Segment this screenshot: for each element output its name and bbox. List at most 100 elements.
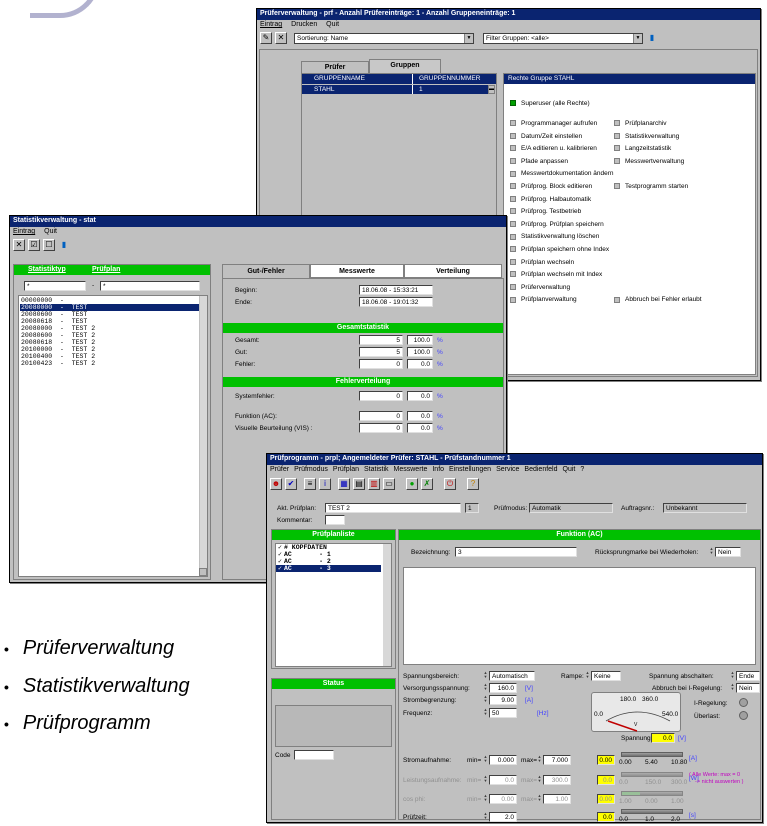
- edit-button[interactable]: ✎: [260, 32, 272, 44]
- power-button[interactable]: ⏻: [444, 478, 456, 490]
- spin-icon[interactable]: ▲ ▼: [730, 671, 735, 680]
- delete-button[interactable]: ✕: [13, 239, 25, 251]
- spin-icon[interactable]: ▲ ▼: [585, 671, 590, 680]
- max-field[interactable]: 1.00: [543, 794, 571, 804]
- right-item[interactable]: Prüfplanarchiv: [614, 120, 667, 127]
- checkbox[interactable]: [510, 258, 516, 265]
- menu-eintrag[interactable]: Eintrag: [13, 228, 35, 235]
- list-item[interactable]: ✓ AC - 1: [276, 551, 391, 558]
- list-item[interactable]: 20100400 - TEST 2: [20, 353, 206, 360]
- tab-verteilung[interactable]: Verteilung: [404, 264, 502, 278]
- sort-select[interactable]: Sortierung: Name ▼: [294, 32, 474, 44]
- delete-button[interactable]: ✕: [275, 32, 287, 44]
- right-item[interactable]: Prüfplan wechseln: [510, 259, 574, 266]
- spin-icon[interactable]: ▲ ▼: [709, 547, 714, 556]
- filter-statistiktyp-input[interactable]: *: [24, 281, 86, 291]
- right-item[interactable]: Prüfprog. Block editieren: [510, 183, 592, 190]
- checkbox[interactable]: [510, 120, 516, 127]
- right-item[interactable]: Datum/Zeit einstellen: [510, 133, 582, 140]
- exit-button[interactable]: ▮: [58, 239, 70, 251]
- checkbox[interactable]: [510, 271, 516, 278]
- info-button[interactable]: i: [319, 478, 331, 490]
- exit-button[interactable]: ▮: [646, 32, 658, 44]
- spin-icon[interactable]: ▲ ▼: [483, 695, 488, 704]
- list-item[interactable]: 00000000 -: [20, 297, 206, 304]
- list-item[interactable]: 20080000 - TEST 2: [20, 325, 206, 332]
- checkbox[interactable]: [614, 183, 620, 190]
- start-button[interactable]: ●: [406, 478, 418, 490]
- chart-button[interactable]: ▦: [338, 478, 350, 490]
- list-item[interactable]: 20080600 - TEST: [20, 311, 206, 318]
- checkbox[interactable]: [510, 170, 516, 177]
- checkbox[interactable]: [510, 158, 516, 165]
- menu-item[interactable]: Prüfmodus: [294, 466, 328, 473]
- column-header-statistiktyp[interactable]: Statistiktyp: [28, 265, 92, 275]
- right-item[interactable]: Langzeitstatistik: [614, 145, 671, 152]
- frequenz-field[interactable]: 50: [489, 708, 517, 718]
- tab-gruppen[interactable]: Gruppen: [369, 59, 441, 73]
- tools-button[interactable]: ✗: [421, 478, 433, 490]
- right-item[interactable]: Prüferverwaltung: [510, 284, 570, 291]
- spin-icon[interactable]: ▲ ▼: [483, 775, 488, 784]
- spin-icon[interactable]: ▲ ▼: [483, 708, 488, 717]
- right-item[interactable]: Prüfplan wechseln mit Index: [510, 271, 602, 278]
- right-item[interactable]: Prüfprog. Testbetrieb: [510, 208, 581, 215]
- right-item[interactable]: Abbruch bei Fehler erlaubt: [614, 296, 702, 303]
- bezeichnung-field[interactable]: 3: [455, 547, 577, 557]
- list-item[interactable]: 20100423 - TEST 2: [20, 360, 206, 367]
- spin-icon[interactable]: ▲ ▼: [537, 755, 542, 764]
- users-button[interactable]: ☻: [270, 478, 282, 490]
- list-item[interactable]: ✓ AC - 2: [276, 558, 391, 565]
- menu-item[interactable]: Info: [432, 466, 444, 473]
- list-item[interactable]: ✓ # KOPFDATEN: [276, 544, 391, 551]
- menu-item[interactable]: Einstellungen: [449, 466, 491, 473]
- menu-item[interactable]: Prüfer: [270, 466, 289, 473]
- abbruch-field[interactable]: Nein: [736, 683, 760, 693]
- checkbox[interactable]: [510, 195, 516, 202]
- checkbox[interactable]: [510, 246, 516, 253]
- tab-gut-fehler[interactable]: Gut-/Fehler: [222, 264, 310, 278]
- checkbox[interactable]: [510, 233, 516, 240]
- scroll-arrow[interactable]: ▬: [488, 85, 495, 94]
- graph-button[interactable]: ▥: [368, 478, 380, 490]
- checkbox[interactable]: [510, 132, 516, 139]
- superuser-checkbox[interactable]: Superuser (alle Rechte): [510, 100, 590, 107]
- checkbox[interactable]: [510, 208, 516, 215]
- spin-icon[interactable]: ▲ ▼: [483, 671, 488, 680]
- min-field[interactable]: 0.00: [489, 794, 517, 804]
- spin-icon[interactable]: ▲ ▼: [537, 775, 542, 784]
- checkbox[interactable]: [614, 145, 620, 152]
- list-item[interactable]: 20080000 - TEST: [20, 304, 206, 311]
- filter-select[interactable]: Filter Gruppen: <alle> ▼: [483, 32, 643, 44]
- min-field[interactable]: 0.0: [489, 775, 517, 785]
- right-item[interactable]: Prüfprog. Prüfplan speichern: [510, 221, 604, 228]
- menu-quit[interactable]: Quit: [326, 21, 339, 28]
- table-row[interactable]: STAHL 1: [302, 85, 490, 94]
- check-button[interactable]: ☑: [28, 239, 40, 251]
- right-item[interactable]: Testprogramm starten: [614, 183, 688, 190]
- spin-icon[interactable]: ▲ ▼: [483, 812, 488, 821]
- pruefzeit-field[interactable]: 2.0: [489, 812, 517, 822]
- list-button[interactable]: ≡: [304, 478, 316, 490]
- help-button[interactable]: ?: [467, 478, 479, 490]
- ruecksprung-field[interactable]: Nein: [715, 547, 741, 557]
- checkbox[interactable]: [614, 132, 620, 139]
- menu-eintrag[interactable]: Eintrag: [260, 21, 282, 28]
- menu-item[interactable]: Service: [496, 466, 519, 473]
- check-button[interactable]: ✔: [285, 478, 297, 490]
- spin-icon[interactable]: ▲ ▼: [483, 794, 488, 803]
- list-item[interactable]: ✓ AC - 3: [276, 565, 381, 572]
- abschalten-field[interactable]: Ende: [736, 671, 760, 681]
- right-item[interactable]: Pfade anpassen: [510, 158, 568, 165]
- spin-icon[interactable]: ▲ ▼: [483, 683, 488, 692]
- right-item[interactable]: Messwertdokumentation ändern: [510, 170, 614, 177]
- menu-item[interactable]: Bedienfeld: [524, 466, 557, 473]
- checkbox[interactable]: [614, 296, 620, 303]
- list-item[interactable]: 20100000 - TEST 2: [20, 346, 206, 353]
- menu-drucken[interactable]: Drucken: [291, 21, 317, 28]
- max-field[interactable]: 7.000: [543, 755, 571, 765]
- description-area[interactable]: [403, 567, 756, 665]
- print-button[interactable]: ☐: [43, 239, 55, 251]
- kommentar-field[interactable]: [325, 515, 345, 525]
- right-item[interactable]: Programmanager aufrufen: [510, 120, 597, 127]
